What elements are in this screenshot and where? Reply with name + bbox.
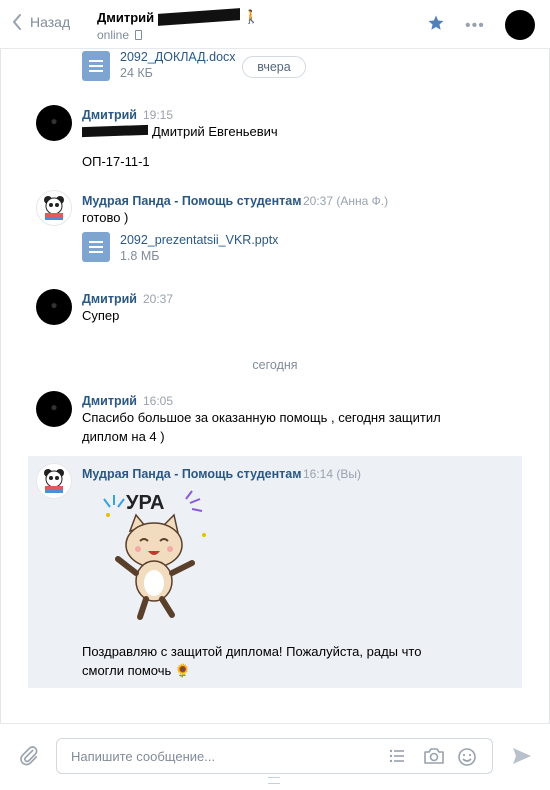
message-text: Поздравляю с защитой диплома! Пожалуйста… bbox=[82, 644, 422, 659]
message-text: готово ) bbox=[82, 210, 129, 225]
camera-icon[interactable] bbox=[423, 747, 445, 765]
redaction-mark bbox=[82, 124, 148, 138]
message-text: ОП-17-11-1 bbox=[82, 154, 150, 169]
message-text: Супер bbox=[82, 308, 120, 323]
resize-grip[interactable] bbox=[268, 777, 280, 784]
document-size: 24 КБ bbox=[120, 66, 153, 80]
cat-sticker[interactable]: УРА bbox=[96, 485, 214, 621]
paperclip-icon[interactable] bbox=[18, 744, 40, 766]
avatar[interactable] bbox=[36, 289, 72, 325]
redaction-mark bbox=[158, 8, 241, 26]
chat-header: Назад Дмитрий 🚶 online ••• bbox=[0, 0, 550, 49]
star-icon[interactable] bbox=[427, 14, 445, 32]
status-text: online bbox=[97, 28, 130, 42]
peer-status: online bbox=[97, 28, 143, 42]
peer-name[interactable]: Дмитрий 🚶 bbox=[97, 8, 260, 26]
mobile-icon bbox=[135, 30, 143, 40]
send-icon[interactable] bbox=[511, 746, 533, 766]
document-size: 1.8 МБ bbox=[120, 249, 160, 263]
chevron-left-icon bbox=[12, 14, 21, 30]
sticker-caption: УРА bbox=[126, 492, 164, 514]
panda-avatar[interactable] bbox=[36, 190, 72, 226]
message-input[interactable]: Напишите сообщение... bbox=[56, 738, 493, 774]
panda-icon bbox=[44, 469, 64, 493]
avatar[interactable] bbox=[36, 105, 72, 141]
message-text: диплом на 4 ) bbox=[82, 429, 165, 444]
message-time[interactable]: 19:15 bbox=[143, 108, 173, 122]
message-text: Дмитрий Евгеньевич bbox=[152, 124, 278, 139]
walking-person-icon: 🚶 bbox=[243, 9, 260, 24]
message-author[interactable]: Дмитрий bbox=[82, 394, 137, 408]
message-author[interactable]: Мудрая Панда - Помощь студентам bbox=[82, 194, 301, 208]
peer-avatar[interactable] bbox=[505, 10, 535, 40]
composer: Напишите сообщение... bbox=[0, 723, 550, 790]
document-name[interactable]: 2092_prezentatsii_VKR.pptx bbox=[120, 233, 278, 247]
message-time[interactable]: 16:05 bbox=[143, 394, 173, 408]
message-author[interactable]: Дмитрий bbox=[82, 292, 137, 306]
date-pill: вчера bbox=[242, 56, 306, 78]
message-text: Спасибо большое за оказанную помощь , се… bbox=[82, 410, 441, 425]
list-icon[interactable] bbox=[388, 747, 406, 765]
date-divider: сегодня bbox=[252, 358, 298, 372]
avatar[interactable] bbox=[36, 391, 72, 427]
document-icon[interactable] bbox=[82, 51, 110, 81]
more-icon[interactable]: ••• bbox=[465, 17, 485, 35]
message-author[interactable]: Мудрая Панда - Помощь студентам bbox=[82, 467, 301, 481]
message-text: смогли помочь 🌻 bbox=[82, 663, 192, 678]
panda-icon bbox=[44, 196, 64, 220]
message-input-placeholder: Напишите сообщение... bbox=[71, 749, 216, 764]
smile-icon[interactable] bbox=[457, 747, 477, 767]
message-time[interactable]: 16:14 (Вы) bbox=[303, 467, 361, 481]
peer-name-text: Дмитрий bbox=[97, 9, 155, 25]
back-label: Назад bbox=[30, 14, 71, 30]
panda-avatar[interactable] bbox=[36, 463, 72, 499]
message-time[interactable]: 20:37 (Анна Ф.) bbox=[303, 194, 388, 208]
message-time[interactable]: 20:37 bbox=[143, 292, 173, 306]
document-name[interactable]: 2092_ДОКЛАД.docx bbox=[120, 50, 236, 64]
message-author[interactable]: Дмитрий bbox=[82, 108, 137, 122]
back-button[interactable]: Назад bbox=[12, 14, 70, 30]
document-icon[interactable] bbox=[82, 232, 110, 262]
message-history[interactable]: 2092_ДОКЛАД.docx 24 КБ вчера Дмитрий 19:… bbox=[0, 49, 550, 721]
